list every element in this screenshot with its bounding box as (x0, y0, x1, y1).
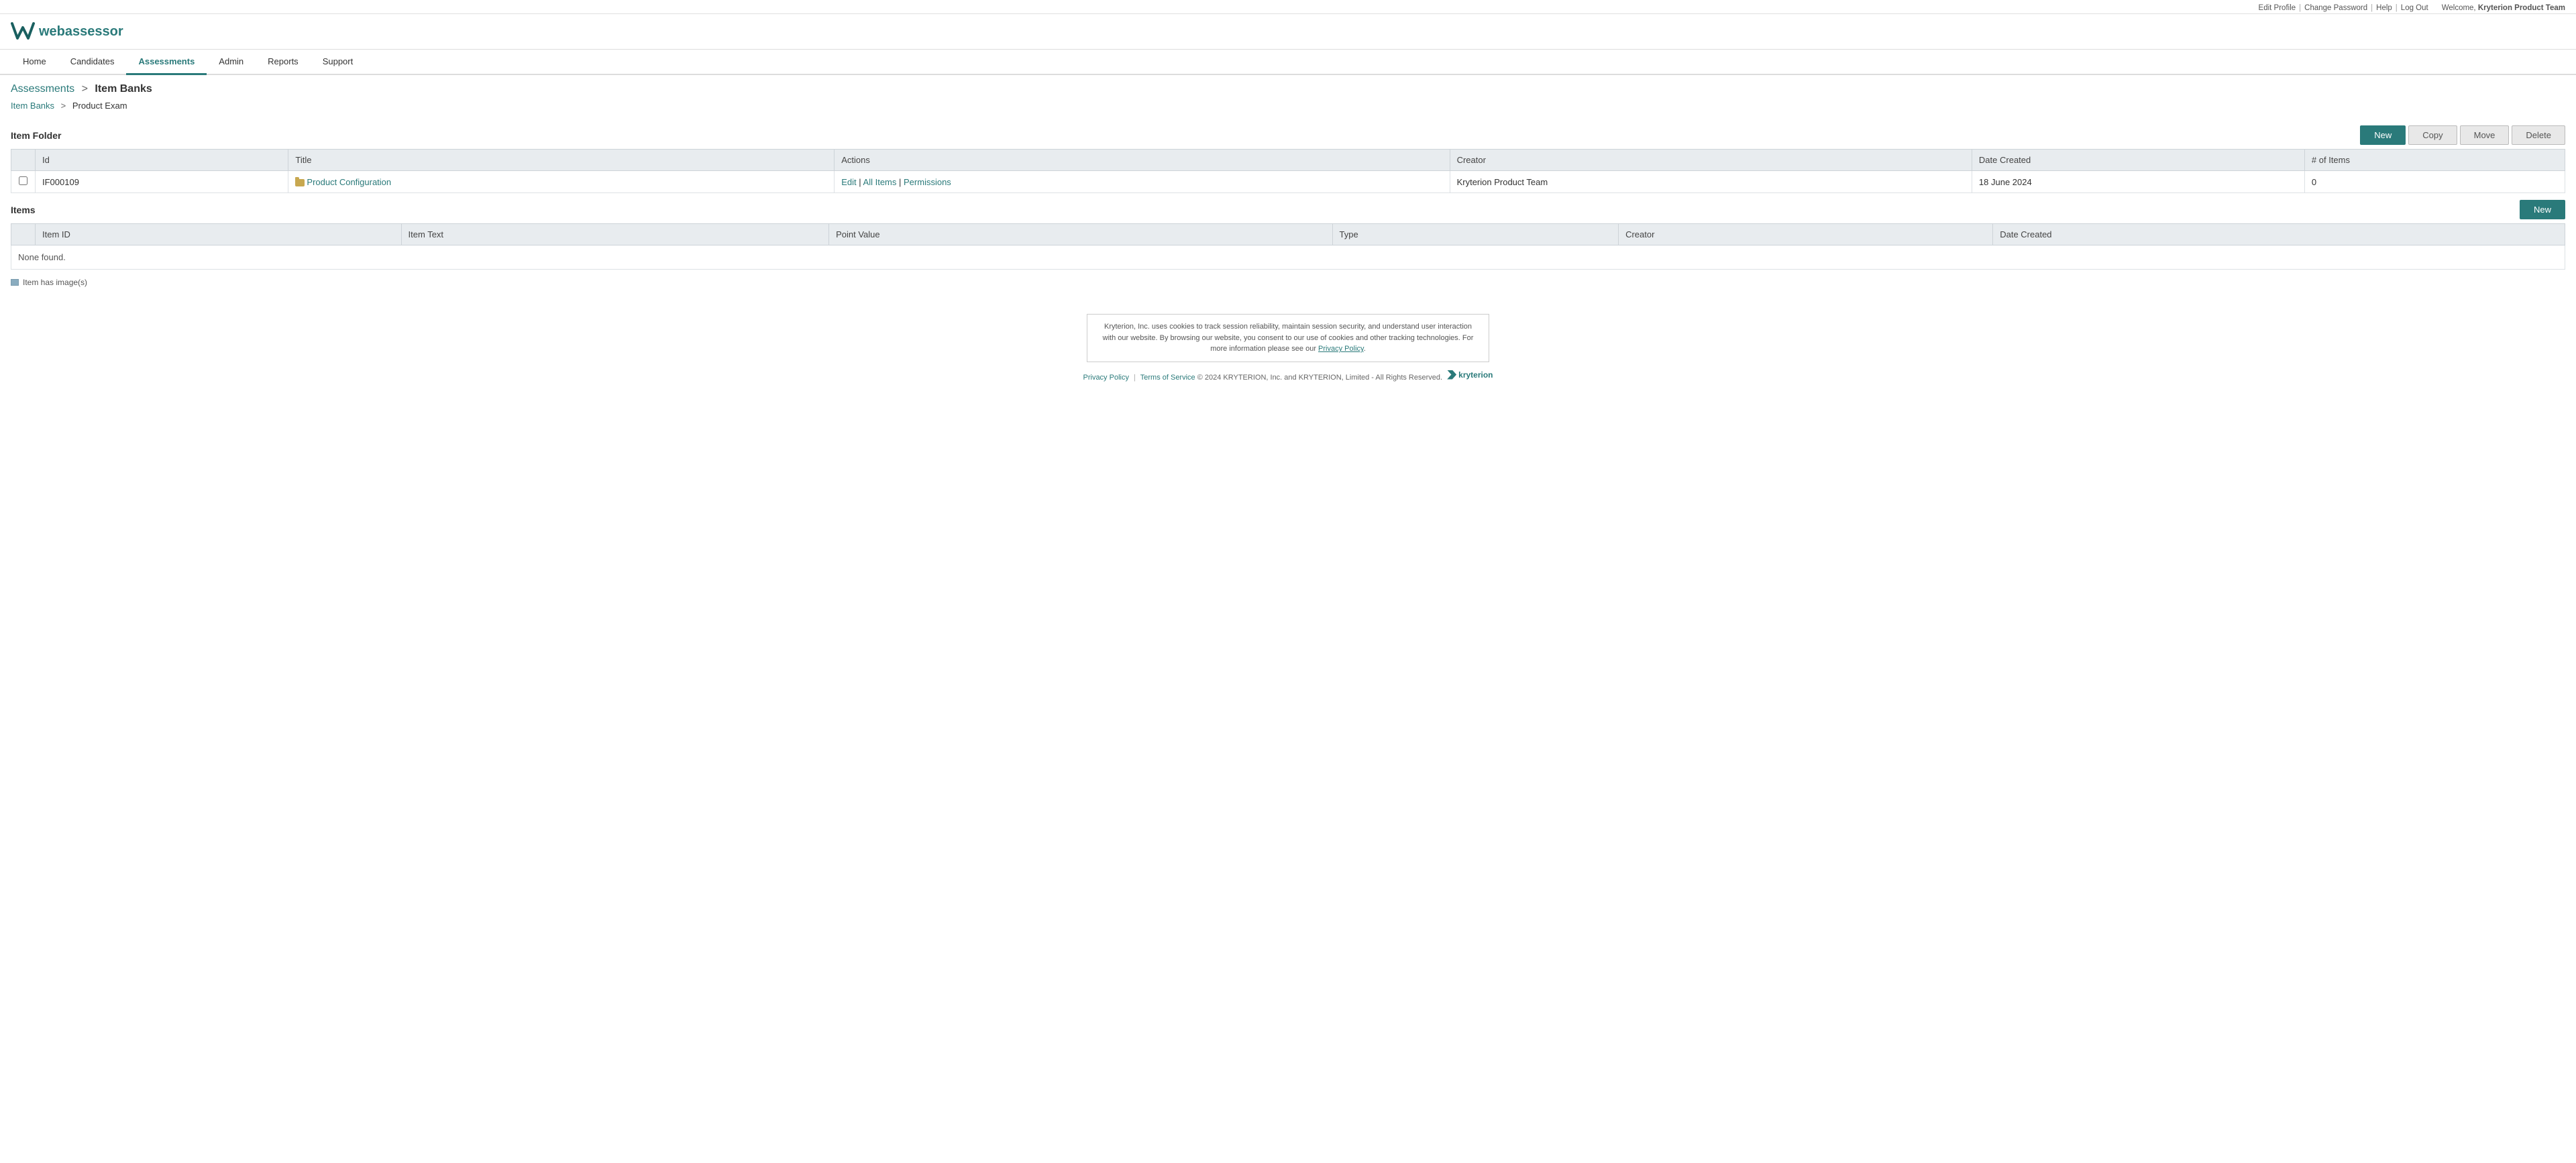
folder-row-num-items: 0 (2304, 171, 2565, 193)
folder-row-title-cell: Product Configuration (288, 171, 835, 193)
sep2: | (2371, 4, 2373, 12)
logo[interactable]: webassessor (11, 19, 123, 44)
new-folder-button[interactable]: New (2360, 125, 2406, 145)
nav-support[interactable]: Support (311, 50, 366, 75)
edit-profile-link[interactable]: Edit Profile (2259, 4, 2296, 12)
items-legend: Item has image(s) (11, 278, 2565, 287)
header-actions: Actions (835, 150, 1450, 171)
footer-cookie-notice: Kryterion, Inc. uses cookies to track se… (1087, 314, 1489, 362)
items-header-type: Type (1332, 224, 1619, 245)
new-item-button[interactable]: New (2520, 200, 2565, 219)
sub-breadcrumb-sep: > (61, 101, 66, 111)
logo-icon (11, 19, 35, 44)
folder-title-link[interactable]: Product Configuration (307, 177, 391, 187)
items-table-header-row: Item ID Item Text Point Value Type Creat… (11, 224, 2565, 245)
none-found-message: None found. (11, 245, 2565, 270)
folder-row-checkbox[interactable] (19, 176, 28, 185)
items-header-checkbox-col (11, 224, 36, 245)
welcome-message: Welcome, Kryterion Product Team (2442, 4, 2565, 12)
header-checkbox-col (11, 150, 36, 171)
header-id: Id (36, 150, 288, 171)
main-nav: Home Candidates Assessments Admin Report… (0, 50, 2576, 75)
items-header-item-id: Item ID (36, 224, 402, 245)
copy-folder-button[interactable]: Copy (2408, 125, 2457, 145)
user-name: Kryterion Product Team (2478, 4, 2565, 12)
logo-text: webassessor (39, 24, 123, 40)
breadcrumb-item-banks: Item Banks (95, 83, 152, 95)
item-folder-header: Item Folder New Copy Move Delete (11, 125, 2565, 145)
breadcrumb-main: Assessments > Item Banks (0, 75, 2576, 98)
footer-copyright: © 2024 KRYTERION, Inc. and KRYTERION, Li… (1197, 374, 1442, 382)
header: webassessor (0, 14, 2576, 50)
nav-candidates[interactable]: Candidates (58, 50, 127, 75)
items-table: Item ID Item Text Point Value Type Creat… (11, 223, 2565, 245)
folder-row-date-created: 18 June 2024 (1972, 171, 2304, 193)
header-title: Title (288, 150, 835, 171)
folder-action-permissions[interactable]: Permissions (904, 177, 951, 187)
top-bar: Edit Profile | Change Password | Help | … (0, 0, 2576, 14)
delete-folder-button[interactable]: Delete (2512, 125, 2565, 145)
kryterion-brand-label: kryterion (1458, 370, 1493, 380)
breadcrumb-assessments[interactable]: Assessments (11, 83, 74, 95)
items-header-point-value: Point Value (829, 224, 1332, 245)
folder-icon (295, 179, 305, 186)
items-section-title: Items (11, 205, 36, 215)
items-section: Items New Item ID Item Text Point Value … (11, 200, 2565, 287)
header-num-items: # of Items (2304, 150, 2565, 171)
items-header-item-text: Item Text (401, 224, 829, 245)
folder-row-checkbox-cell (11, 171, 36, 193)
legend-image-label: Item has image(s) (23, 278, 87, 287)
sep3: | (2396, 4, 2398, 12)
sub-breadcrumb-item-banks[interactable]: Item Banks (11, 101, 54, 111)
items-buttons: New (2520, 200, 2565, 219)
folder-row-creator: Kryterion Product Team (1450, 171, 1972, 193)
cookie-privacy-link[interactable]: Privacy Policy (1318, 345, 1364, 353)
footer-links: Privacy Policy | Terms of Service © 2024… (0, 368, 2576, 395)
breadcrumb-sep: > (82, 83, 88, 95)
items-section-header: Items New (11, 200, 2565, 219)
footer-privacy-policy-link[interactable]: Privacy Policy (1083, 374, 1129, 382)
folder-action-all-items[interactable]: All Items (863, 177, 897, 187)
legend-image-icon (11, 279, 19, 286)
sub-breadcrumb-product-exam: Product Exam (72, 101, 127, 111)
folder-row: IF000109 Product Configuration Edit | Al… (11, 171, 2565, 193)
kryterion-k-icon (1447, 370, 1456, 380)
item-folder-section: Item Folder New Copy Move Delete Id Titl… (11, 125, 2565, 193)
item-folder-buttons: New Copy Move Delete (2360, 125, 2565, 145)
footer-terms-link[interactable]: Terms of Service (1140, 374, 1195, 382)
folder-row-id: IF000109 (36, 171, 288, 193)
change-password-link[interactable]: Change Password (2304, 4, 2367, 12)
folder-row-actions-cell: Edit | All Items | Permissions (835, 171, 1450, 193)
move-folder-button[interactable]: Move (2460, 125, 2510, 145)
breadcrumb-sub: Item Banks > Product Exam (0, 98, 2576, 119)
cookie-text: Kryterion, Inc. uses cookies to track se… (1103, 323, 1474, 353)
nav-reports[interactable]: Reports (256, 50, 311, 75)
kryterion-brand: kryterion (1447, 370, 1493, 380)
items-header-creator: Creator (1619, 224, 1993, 245)
folder-action-edit[interactable]: Edit (841, 177, 856, 187)
nav-admin[interactable]: Admin (207, 50, 256, 75)
header-date-created: Date Created (1972, 150, 2304, 171)
nav-home[interactable]: Home (11, 50, 58, 75)
item-folder-table: Id Title Actions Creator Date Created # … (11, 149, 2565, 193)
items-header-date-created: Date Created (1993, 224, 2565, 245)
sep1: | (2299, 4, 2301, 12)
item-folder-title: Item Folder (11, 130, 61, 141)
log-out-link[interactable]: Log Out (2401, 4, 2428, 12)
item-folder-table-header-row: Id Title Actions Creator Date Created # … (11, 150, 2565, 171)
nav-assessments[interactable]: Assessments (126, 50, 207, 75)
header-creator: Creator (1450, 150, 1972, 171)
help-link[interactable]: Help (2376, 4, 2392, 12)
